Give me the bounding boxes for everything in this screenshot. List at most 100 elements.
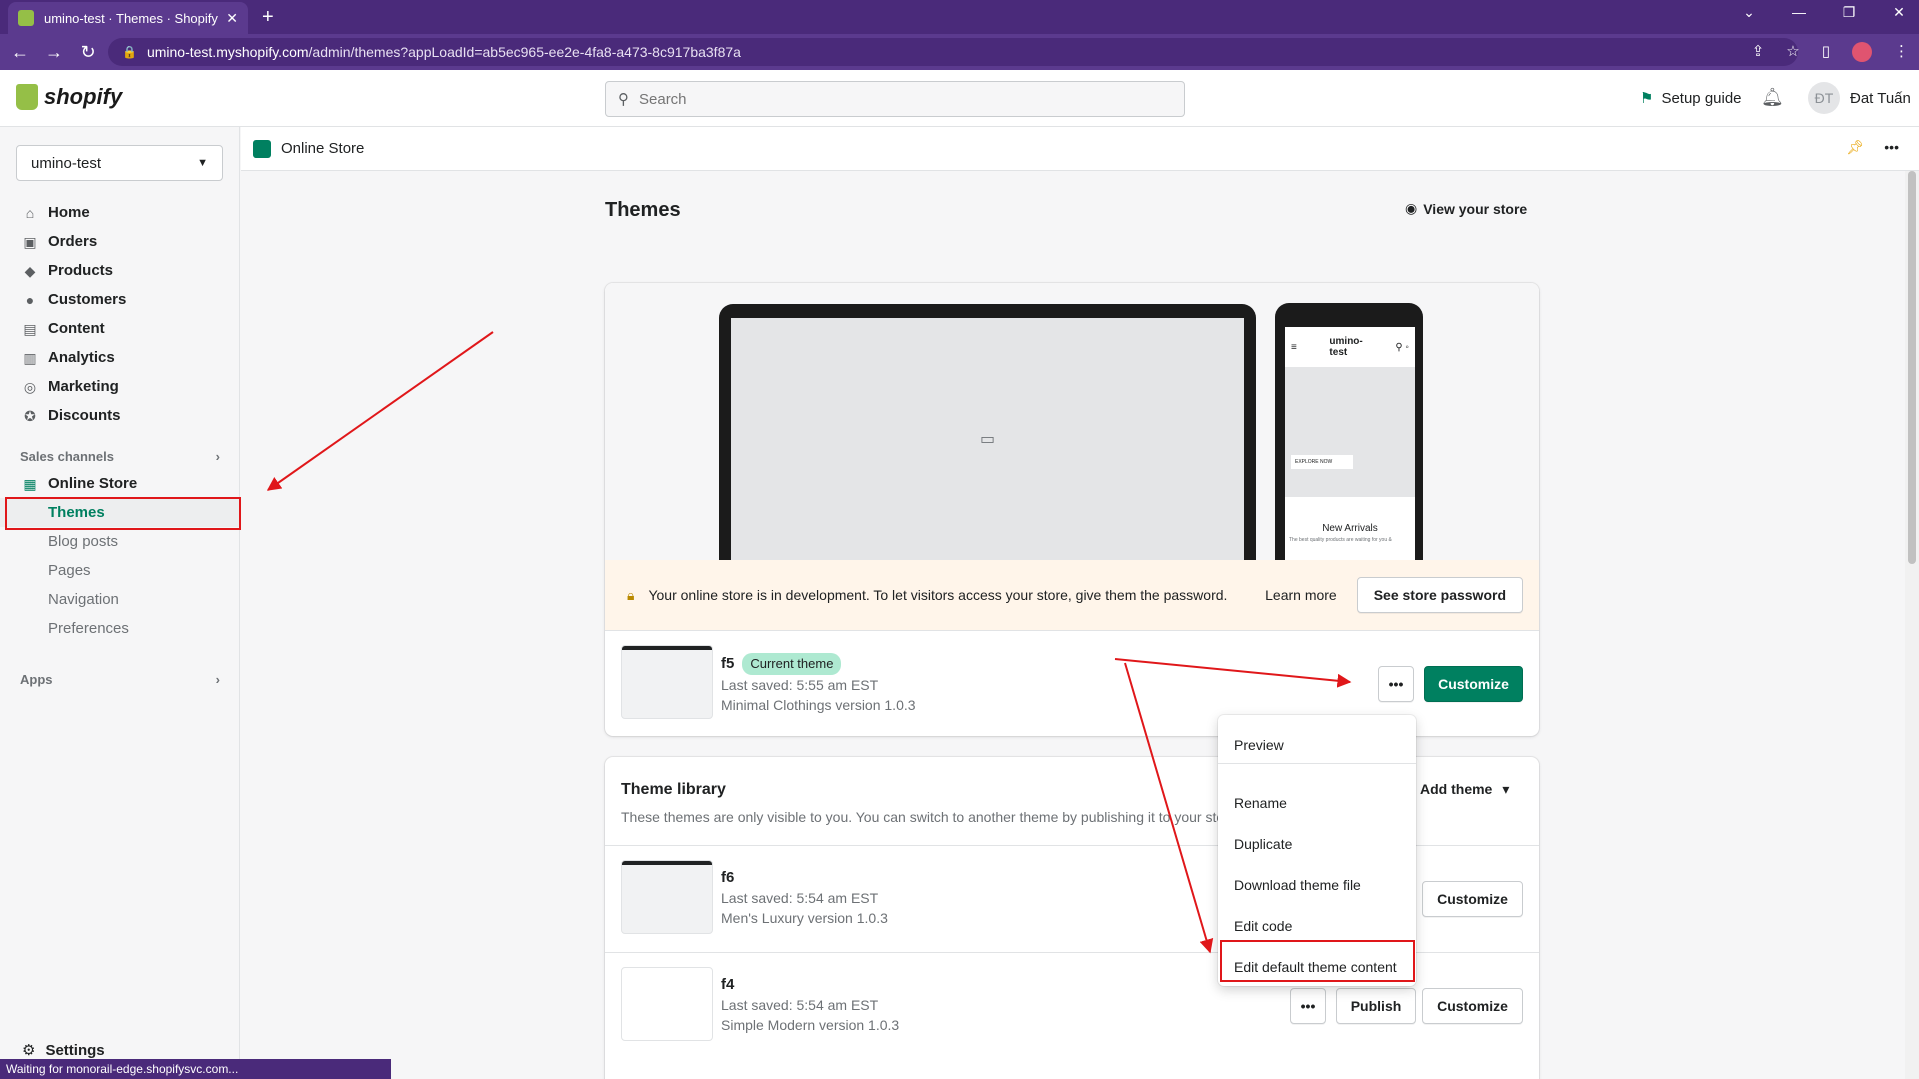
page-scrollbar[interactable]	[1905, 171, 1919, 1079]
browser-menu-icon[interactable]: ⋮	[1894, 42, 1909, 62]
shopify-logo[interactable]: shopify	[16, 84, 122, 110]
mobile-preview[interactable]: ≡ umino- test ⚲ ◦ EXPLORE NOW New Arriva…	[1275, 303, 1423, 560]
publish-button[interactable]: Publish	[1336, 988, 1416, 1024]
user-menu[interactable]: ĐT Đat Tuấn	[1808, 82, 1911, 114]
theme-version: Minimal Clothings version 1.0.3	[721, 697, 916, 713]
tab-search-icon[interactable]: ⌄	[1739, 4, 1759, 21]
menu-item-download[interactable]: Download theme file	[1218, 868, 1416, 902]
home-icon: ⌂	[25, 204, 35, 221]
menu-item-rename[interactable]: Rename	[1218, 786, 1416, 820]
store-selector[interactable]: umino-test ▼	[16, 145, 223, 181]
apps-header[interactable]: Apps ›	[20, 672, 220, 687]
search-box[interactable]: ⚲	[605, 81, 1185, 117]
more-actions-icon[interactable]: •••	[1884, 139, 1899, 156]
sidebar-subitem-label: Pages	[48, 562, 91, 579]
caret-down-icon: ▼	[197, 157, 208, 169]
sidebar-subitem-label: Navigation	[48, 591, 119, 608]
development-message: Your online store is in development. To …	[648, 587, 1228, 603]
logo-text: shopify	[44, 84, 123, 109]
customize-button[interactable]: Customize	[1422, 988, 1523, 1024]
customize-button[interactable]: Customize	[1422, 881, 1523, 917]
menu-item-preview[interactable]: Preview	[1218, 728, 1416, 762]
sidebar-item-customers[interactable]: ● Customers	[0, 285, 239, 314]
search-input[interactable]	[639, 90, 1139, 108]
notifications-bell-icon[interactable]: 🔔︎	[1761, 87, 1784, 108]
close-tab-icon[interactable]: ✕	[226, 10, 238, 27]
setup-guide-link[interactable]: ⚑ Setup guide	[1640, 89, 1742, 108]
minimize-icon[interactable]: —	[1789, 4, 1809, 21]
sidebar-item-content[interactable]: ▤ Content	[0, 314, 239, 343]
reload-icon[interactable]: ↻	[74, 42, 102, 63]
sidebar-item-home[interactable]: ⌂ Home	[0, 198, 239, 227]
profile-avatar[interactable]	[1852, 42, 1872, 62]
sidebar-subitem-preferences[interactable]: Preferences	[0, 614, 239, 643]
current-theme-card: ▭ ≡ umino- test ⚲ ◦ EXPLORE NOW New Arri…	[605, 283, 1539, 736]
search-icon: ⚲	[618, 91, 629, 108]
breadcrumb: Online Store 📌︎ •••	[241, 127, 1919, 171]
annotation-box-edit-default	[1220, 940, 1415, 982]
add-theme-button[interactable]: Add theme ▾	[1420, 781, 1509, 798]
store-name: umino-test	[31, 154, 102, 172]
theme-actions-button[interactable]: •••	[1290, 988, 1326, 1024]
theme-name: f4	[721, 976, 735, 993]
see-store-password-button[interactable]: See store password	[1356, 577, 1523, 613]
desktop-preview[interactable]: ▭	[719, 304, 1256, 560]
sidebar-item-products[interactable]: ◆ Products	[0, 256, 239, 285]
library-title: Theme library	[621, 781, 726, 798]
sidebar-item-orders[interactable]: ▣ Orders	[0, 227, 239, 256]
tag-icon: ◆	[24, 262, 36, 279]
arrow-to-themes	[266, 331, 494, 491]
phone-hero-image	[1285, 367, 1415, 497]
sidebar-item-settings[interactable]: ⚙ Settings	[22, 1041, 105, 1060]
breadcrumb-label[interactable]: Online Store	[281, 140, 364, 157]
storefront-icon: ▦	[23, 475, 37, 492]
theme-version: Men's Luxury version 1.0.3	[721, 910, 888, 926]
sales-channels-header[interactable]: Sales channels ›	[20, 449, 220, 464]
lock-icon[interactable]: 🔒	[122, 45, 137, 59]
sidebar-subitem-label: Blog posts	[48, 533, 119, 550]
image-placeholder-icon: ▭	[731, 318, 1244, 560]
main-nav: ⌂ Home ▣ Orders ◆ Products ● Customers ▤ Cont…	[0, 198, 239, 430]
restore-icon[interactable]: ❐	[1839, 4, 1859, 21]
sidebar-item-online-store[interactable]: ▦ Online Store	[0, 469, 239, 498]
back-icon[interactable]: ←	[6, 42, 34, 63]
sidebar-item-discounts[interactable]: ✪ Discounts	[0, 401, 239, 430]
page-title: Themes	[605, 199, 681, 221]
theme-preview: ▭ ≡ umino- test ⚲ ◦ EXPLORE NOW New Arri…	[605, 283, 1539, 560]
online-store-icon	[253, 139, 271, 158]
url-field[interactable]: 🔒 umino-test.myshopify.com /admin/themes…	[108, 38, 1798, 66]
sidebar-subitem-navigation[interactable]: Navigation	[0, 585, 239, 614]
last-saved: Last saved: 5:55 am EST	[721, 677, 879, 693]
pin-icon[interactable]: 📌︎	[1847, 139, 1865, 156]
sidebar-item-marketing[interactable]: ◎ Marketing	[0, 372, 239, 401]
new-tab-icon[interactable]: +	[262, 6, 274, 29]
apps-label: Apps	[20, 672, 53, 687]
close-window-icon[interactable]: ✕	[1889, 4, 1909, 21]
sidebar-subitem-blog-posts[interactable]: Blog posts	[0, 527, 239, 556]
sidebar-item-label: Content	[48, 320, 105, 337]
customize-button[interactable]: Customize	[1424, 666, 1523, 702]
learn-more-link[interactable]: Learn more	[1265, 587, 1337, 603]
theme-actions-button[interactable]: •••	[1378, 666, 1414, 702]
share-icon[interactable]: ⇪	[1752, 42, 1765, 62]
online-store-nav: ▦ Online Store Themes Blog posts Pages Na…	[0, 469, 239, 643]
annotation-box-themes	[5, 497, 241, 530]
settings-label: Settings	[45, 1041, 105, 1059]
sidebar-item-analytics[interactable]: ▥ Analytics	[0, 343, 239, 372]
person-icon: ●	[25, 291, 35, 308]
bookmark-star-icon[interactable]: ☆	[1786, 42, 1799, 62]
theme-thumbnail	[621, 967, 713, 1041]
cart-icon: ⚲ ◦	[1395, 341, 1409, 353]
sidebar-item-label: Orders	[48, 233, 98, 250]
forward-icon[interactable]: →	[40, 42, 68, 63]
sidebar-subitem-pages[interactable]: Pages	[0, 556, 239, 585]
discount-icon: ✪	[24, 407, 36, 424]
menu-item-edit-code[interactable]: Edit code	[1218, 909, 1416, 943]
menu-item-duplicate[interactable]: Duplicate	[1218, 827, 1416, 861]
menu-divider	[1218, 763, 1416, 764]
admin-sidebar: umino-test ▼ ⌂ Home ▣ Orders ◆ Products ● Cu…	[0, 127, 240, 1079]
browser-tab-bar: umino-test · Themes · Shopify ✕ + ⌄ — ❐ …	[0, 0, 1919, 34]
side-panel-icon[interactable]: ▯	[1822, 42, 1830, 62]
view-store-link[interactable]: ◉ View your store	[1405, 200, 1527, 217]
browser-tab[interactable]: umino-test · Themes · Shopify ✕	[8, 2, 248, 34]
